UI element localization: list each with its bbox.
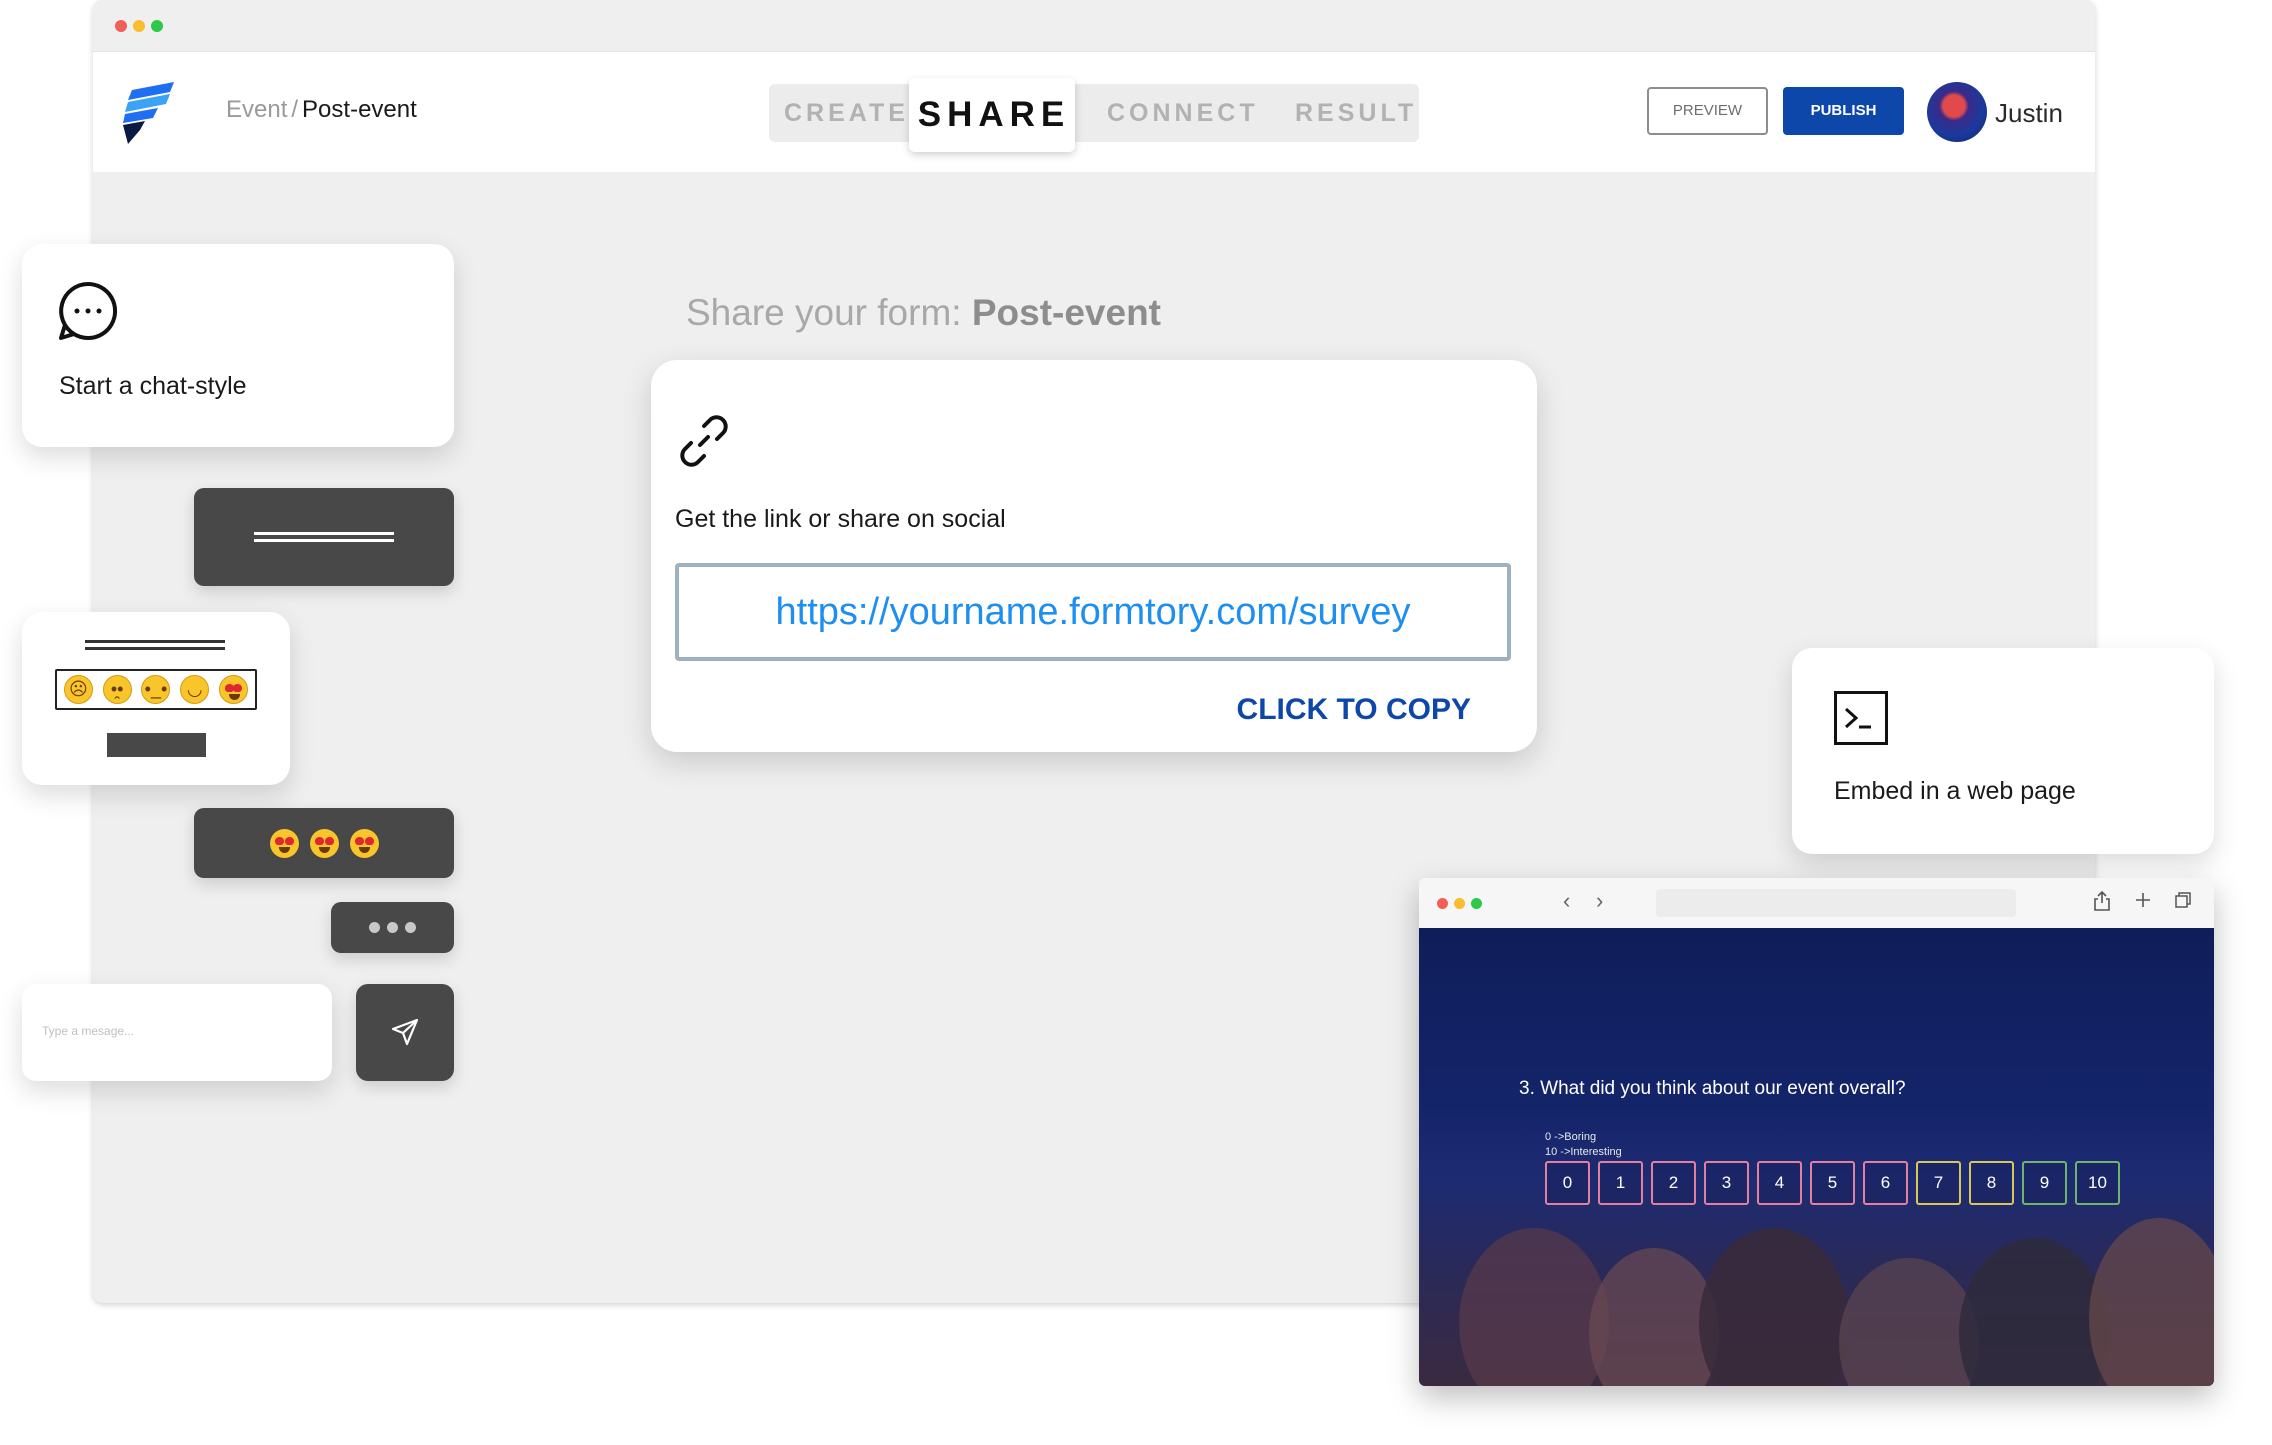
embed-label: Embed in a web page [1834, 777, 2076, 805]
scale-option[interactable]: 5 [1810, 1161, 1855, 1205]
frowning-face-icon[interactable]: ☹ [63, 675, 93, 704]
breadcrumb-separator: / [291, 96, 299, 123]
neutral-face-icon[interactable]: •_• [141, 675, 171, 704]
rating-line [85, 647, 225, 650]
share-link-label: Get the link or share on social [675, 505, 1006, 533]
chat-bubble-icon [59, 281, 118, 340]
chat-bubble-emojis [194, 808, 454, 878]
scale-hint-min: 0 ->Boring [1545, 1131, 1597, 1143]
scale-option[interactable]: 9 [2022, 1161, 2067, 1205]
scale-option[interactable]: 1 [1598, 1161, 1643, 1205]
scale-option[interactable]: 10 [2075, 1161, 2120, 1205]
send-icon [391, 1018, 419, 1046]
maximize-window-button[interactable] [151, 20, 163, 32]
scale-option[interactable]: 8 [1969, 1161, 2014, 1205]
tab-connect[interactable]: CONNECT [1107, 84, 1259, 142]
scale-option[interactable]: 6 [1863, 1161, 1908, 1205]
audience-silhouette [1699, 1228, 1849, 1386]
emoji-rating-scale: ☹ •̯• •_• ◡ [55, 669, 257, 710]
audience-silhouette [2089, 1218, 2214, 1386]
message-input-placeholder: Type a mesage... [42, 1024, 135, 1038]
audience-silhouette [1839, 1258, 1979, 1386]
chat-style-card[interactable]: Start a chat-style [22, 244, 454, 447]
preview-button[interactable]: PREVIEW [1647, 87, 1768, 135]
scale-hint-max: 10 ->Interesting [1545, 1146, 1622, 1158]
scale-option[interactable]: 2 [1651, 1161, 1696, 1205]
chat-style-label: Start a chat-style [59, 372, 247, 400]
link-icon [680, 415, 728, 467]
tabs-icon[interactable] [2173, 890, 2193, 910]
scale-option[interactable]: 0 [1545, 1161, 1590, 1205]
smiling-face-icon[interactable]: ◡ [180, 675, 210, 704]
page-title: Share your form: Post-event [686, 292, 1161, 334]
form-name: Post-event [971, 292, 1161, 333]
heart-eyes-face-icon[interactable] [219, 675, 249, 704]
scale-option[interactable]: 4 [1757, 1161, 1802, 1205]
forward-icon[interactable]: › [1596, 888, 1603, 914]
user-name[interactable]: Justin [1995, 98, 2063, 129]
confused-face-icon[interactable]: •̯• [102, 675, 132, 704]
avatar[interactable] [1927, 82, 1987, 142]
audience-silhouette [1459, 1228, 1609, 1386]
breadcrumb: Event / Post-event [226, 96, 417, 124]
question-text: What did you think about our event overa… [1540, 1078, 1906, 1099]
minimize-window-button[interactable] [133, 20, 145, 32]
back-icon[interactable]: ‹ [1563, 888, 1570, 914]
send-button[interactable] [356, 984, 454, 1081]
scale-option[interactable]: 7 [1916, 1161, 1961, 1205]
page-title-prefix: Share your form: [686, 292, 962, 333]
tab-result[interactable]: RESULT [1295, 84, 1417, 142]
close-window-button[interactable] [115, 20, 127, 32]
app-header: Event / Post-event CREATE SHARE CONNECT RE… [93, 52, 2095, 172]
browser-address-bar[interactable] [1656, 889, 2016, 917]
emoji-rating-card: ☹ •̯• •_• ◡ [22, 612, 290, 785]
share-url-field[interactable]: https://yourname.formtory.com/survey [675, 563, 1511, 661]
publish-button[interactable]: PUBLISH [1783, 87, 1904, 135]
share-link-card: Get the link or share on social https://… [651, 360, 1537, 752]
step-tabs: CREATE SHARE CONNECT RESULT [769, 78, 1419, 152]
tab-share[interactable]: SHARE [909, 78, 1075, 152]
copy-link-button[interactable]: CLICK TO COPY [1237, 693, 1471, 727]
share-icon[interactable] [2093, 890, 2111, 912]
bubble-line [254, 532, 394, 535]
logo-icon[interactable] [118, 82, 178, 144]
typing-dot [369, 922, 380, 933]
browser-maximize-button[interactable] [1471, 898, 1482, 909]
breadcrumb-parent[interactable]: Event [226, 96, 287, 123]
window-titlebar [93, 0, 2095, 52]
message-input[interactable]: Type a mesage... [22, 984, 332, 1081]
browser-toolbar: ‹ › [1419, 878, 2214, 928]
typing-dot [405, 922, 416, 933]
rating-scale: 0 1 2 3 4 5 6 7 8 9 10 [1545, 1161, 2120, 1205]
terminal-icon [1834, 691, 1888, 745]
browser-minimize-button[interactable] [1454, 898, 1465, 909]
bubble-line [254, 539, 394, 542]
survey-question: 3. What did you think about our event ov… [1519, 1078, 1906, 1100]
audience-silhouette [1959, 1238, 2109, 1386]
typing-indicator [331, 902, 454, 953]
tab-create[interactable]: CREATE [784, 84, 909, 142]
typing-dot [387, 922, 398, 933]
rating-submit-bar[interactable] [107, 733, 206, 757]
embed-card[interactable]: Embed in a web page [1792, 648, 2214, 854]
heart-eyes-face-icon [309, 828, 339, 858]
question-number: 3. [1519, 1078, 1535, 1099]
rating-line [85, 640, 225, 643]
chat-bubble-text [194, 488, 454, 586]
breadcrumb-current: Post-event [302, 96, 417, 123]
scale-option[interactable]: 3 [1704, 1161, 1749, 1205]
heart-eyes-face-icon [349, 828, 379, 858]
plus-icon[interactable] [2133, 890, 2153, 910]
browser-close-button[interactable] [1437, 898, 1448, 909]
survey-preview: 3. What did you think about our event ov… [1419, 928, 2214, 1386]
heart-eyes-face-icon [269, 828, 299, 858]
embedded-browser-preview: ‹ › 3. What did you think about our even… [1419, 878, 2214, 1386]
